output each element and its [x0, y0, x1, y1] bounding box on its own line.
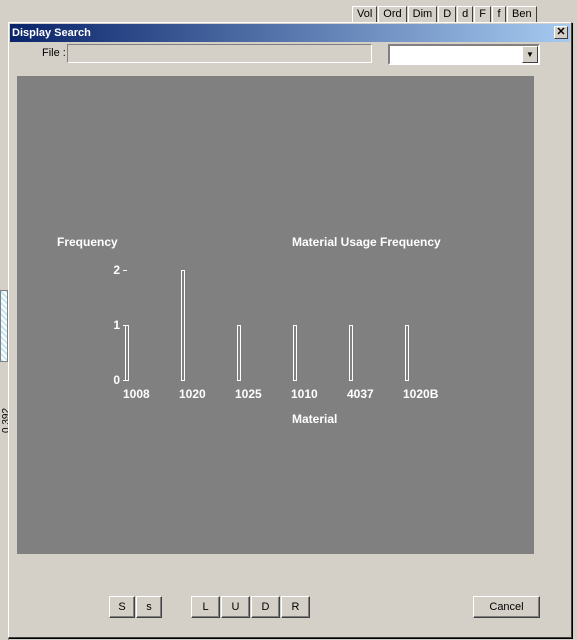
y-axis-label: Frequency [57, 235, 118, 249]
x-tick-label: 1010 [291, 387, 318, 401]
background-hatched-shape [0, 290, 8, 362]
chart-title: Material Usage Frequency [292, 235, 441, 249]
x-tick-label: 1020B [403, 387, 439, 401]
search-dropdown[interactable]: ▼ [388, 44, 540, 65]
x-tick-label: 4037 [347, 387, 374, 401]
button-s[interactable]: s [136, 596, 162, 618]
bar [349, 325, 353, 381]
dialog-title: Display Search [12, 27, 91, 39]
button-L[interactable]: L [191, 596, 220, 618]
bar [181, 270, 185, 381]
x-tick-label: 1008 [123, 387, 150, 401]
x-tick-label: 1020 [179, 387, 206, 401]
bar [293, 325, 297, 381]
cancel-button[interactable]: Cancel [473, 596, 540, 618]
file-label: File : [42, 47, 66, 59]
x-tick-label: 1025 [235, 387, 262, 401]
close-button[interactable]: ✕ [554, 26, 568, 39]
bar [125, 325, 129, 381]
y-tick-label: 0 [113, 373, 120, 387]
background-toolbar-tab[interactable]: D [438, 6, 457, 23]
background-toolbar-tab[interactable]: Ord [378, 6, 407, 23]
y-tick-label: 2 [113, 263, 120, 277]
chart-area: Material Usage Frequency Frequency Materia… [17, 76, 534, 554]
dialog-titlebar[interactable]: Display Search ✕ [10, 24, 570, 42]
background-toolbar-tab[interactable]: Dim [407, 6, 438, 23]
x-axis-label: Material [292, 412, 337, 426]
background-toolbar-tab[interactable]: F [474, 6, 492, 23]
background-toolbar-tab[interactable]: Ben [507, 6, 537, 23]
close-icon: ✕ [556, 26, 566, 38]
button-U[interactable]: U [221, 596, 250, 618]
chevron-down-icon[interactable]: ▼ [522, 46, 538, 63]
button-S[interactable]: S [109, 596, 135, 618]
bar [237, 325, 241, 381]
background-toolbar-tab[interactable]: d [457, 6, 474, 23]
button-R[interactable]: R [281, 596, 310, 618]
background-toolbar-tab[interactable]: Vol [352, 6, 378, 23]
bar [405, 325, 409, 381]
bar-chart: Material Usage Frequency Frequency Materia… [57, 235, 441, 426]
button-D[interactable]: D [251, 596, 280, 618]
background-toolbar-tab[interactable]: f [492, 6, 507, 23]
display-search-dialog: Display Search ✕ File : ▼ Material Usage… [8, 22, 572, 638]
file-field[interactable] [67, 44, 372, 63]
y-tick-label: 1 [113, 318, 120, 332]
